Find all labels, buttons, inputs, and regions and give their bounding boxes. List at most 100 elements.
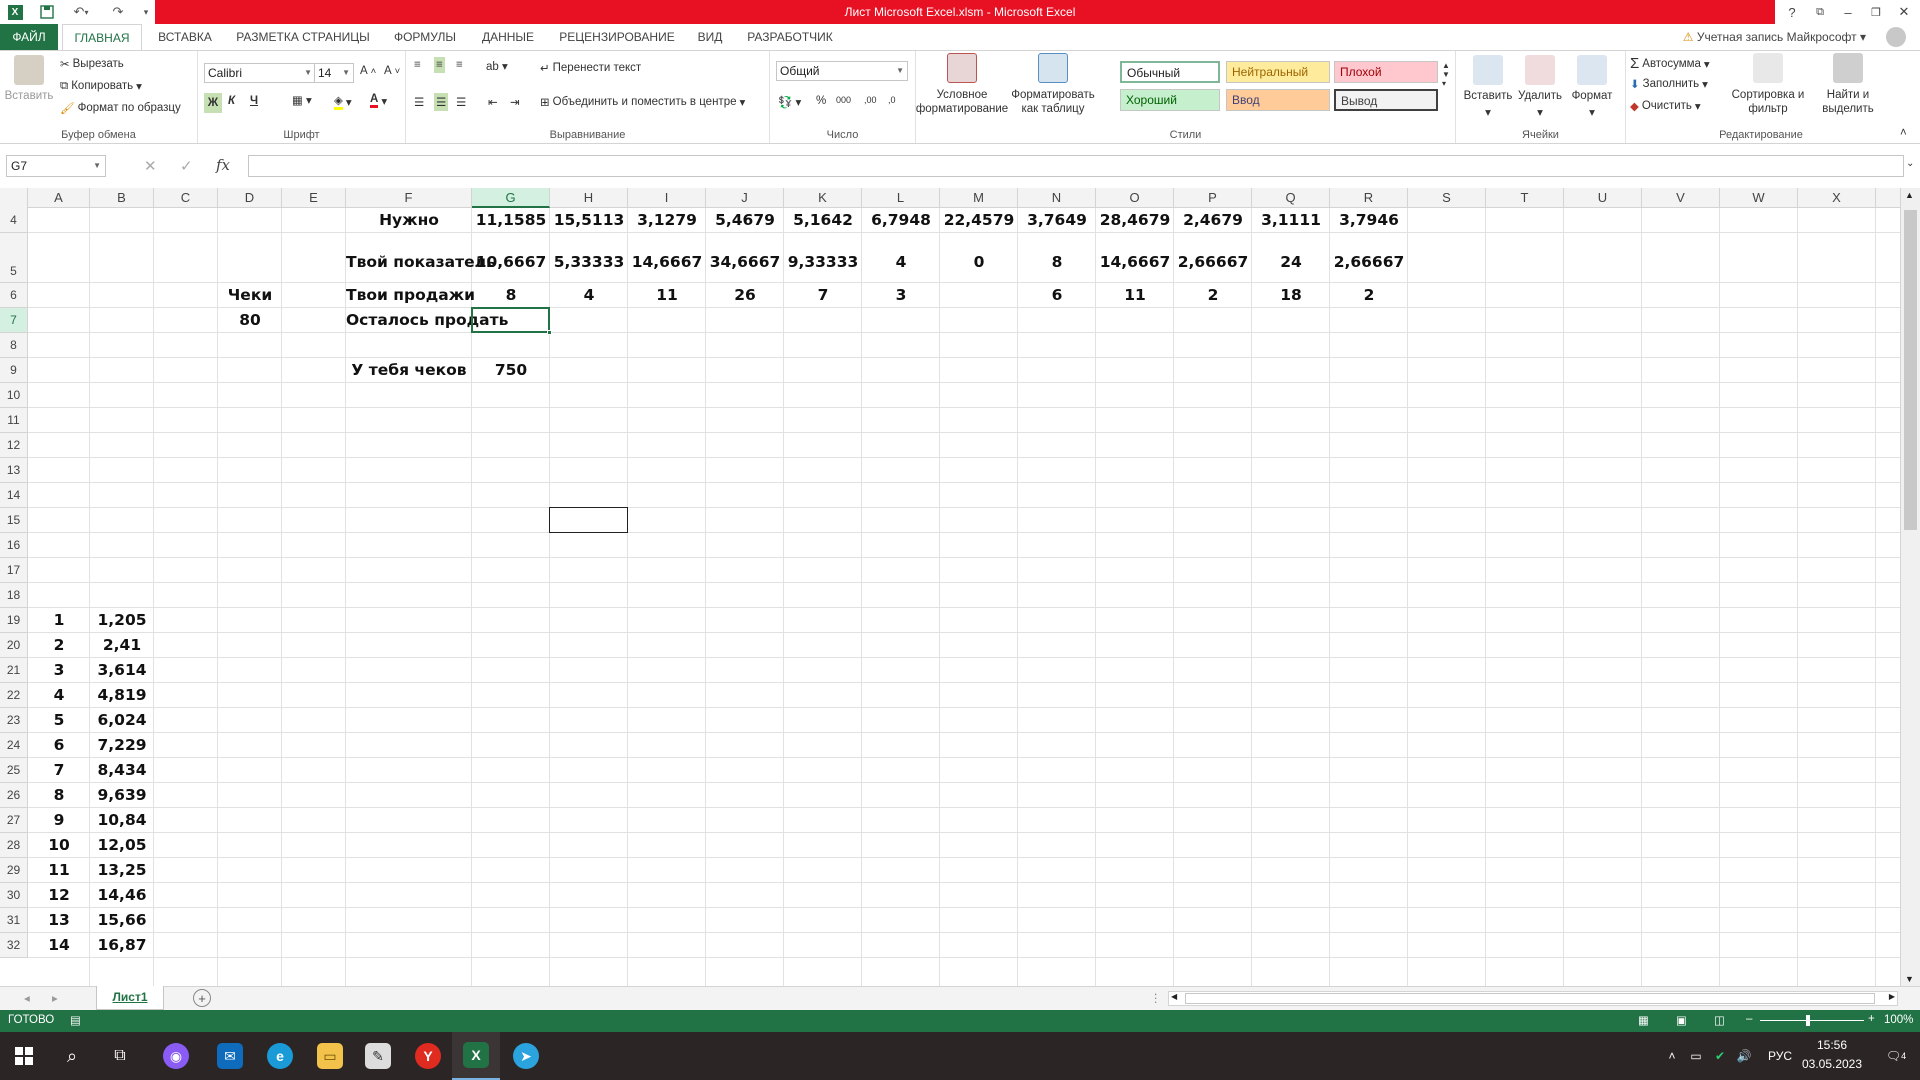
insert-function-icon[interactable]: fx — [216, 156, 230, 174]
borders-icon[interactable]: ▦ ▾ — [292, 93, 312, 107]
sales-cell[interactable]: 11 — [1096, 284, 1174, 308]
delete-cells-button[interactable]: Удалить ▾ — [1518, 55, 1562, 119]
list-b-cell[interactable]: 16,87 — [90, 934, 154, 958]
column-header-p[interactable]: P — [1174, 188, 1252, 208]
normal-view-icon[interactable]: ▦ — [1638, 1013, 1649, 1027]
confirm-entry-icon[interactable]: ✓ — [180, 157, 193, 175]
column-header-h[interactable]: H — [550, 188, 628, 208]
conditional-format-button[interactable]: Условное форматирование — [916, 53, 1008, 116]
font-size-select[interactable]: 14 ▼ — [314, 63, 354, 83]
account-menu[interactable]: ⚠ Учетная запись Майкрософт ▾ — [1683, 24, 1866, 50]
sales-cell[interactable] — [940, 284, 1018, 308]
column-header-w[interactable]: W — [1720, 188, 1798, 208]
active-cell-selection[interactable] — [471, 307, 552, 335]
prev-sheet-icon[interactable]: ◂ — [24, 991, 30, 1005]
fill-handle[interactable] — [547, 330, 552, 335]
column-header-q[interactable]: Q — [1252, 188, 1330, 208]
column-header-e[interactable]: E — [282, 188, 346, 208]
format-as-table-button[interactable]: Форматировать как таблицу — [1008, 53, 1098, 116]
style-input[interactable]: Ввод — [1226, 89, 1330, 111]
select-all-corner[interactable] — [0, 188, 28, 208]
expand-formula-bar-icon[interactable]: ⌄ — [1906, 158, 1914, 169]
column-header-i[interactable]: I — [628, 188, 706, 208]
row-header-25[interactable]: 25 — [0, 758, 28, 783]
indicator-cell[interactable]: 2,66667 — [1174, 251, 1252, 275]
vertical-scrollbar[interactable]: ▲ ▼ — [1900, 188, 1920, 986]
column-header-m[interactable]: M — [940, 188, 1018, 208]
tab-insert[interactable]: ВСТАВКА — [150, 24, 220, 50]
decrease-decimal-icon[interactable]: ,0 — [888, 95, 896, 105]
needed-cell[interactable]: 5,4679 — [706, 209, 784, 233]
sales-cell[interactable]: 18 — [1252, 284, 1330, 308]
cancel-entry-icon[interactable]: ✕ — [144, 157, 157, 175]
vertical-scroll-thumb[interactable] — [1904, 210, 1917, 530]
column-header-c[interactable]: C — [154, 188, 218, 208]
indicator-cell[interactable]: 8 — [1018, 251, 1096, 275]
name-box[interactable]: G7 ▼ — [6, 155, 106, 177]
align-bottom-icon[interactable]: ≡ — [456, 59, 463, 71]
clear-button[interactable]: ◆ Очистить ▾ — [1630, 99, 1701, 113]
next-sheet-icon[interactable]: ▸ — [52, 991, 58, 1005]
tab-data[interactable]: ДАННЫЕ — [472, 24, 544, 50]
orientation-icon[interactable]: ab ▾ — [486, 59, 508, 73]
list-a-cell[interactable]: 11 — [28, 859, 90, 883]
increase-indent-icon[interactable]: ⇥ — [510, 95, 520, 109]
minimize-icon[interactable]: – — [1834, 0, 1862, 24]
row-header-24[interactable]: 24 — [0, 733, 28, 758]
row-header-10[interactable]: 10 — [0, 383, 28, 408]
list-a-cell[interactable]: 14 — [28, 934, 90, 958]
horizontal-scrollbar[interactable]: ◀ ▶ — [1168, 991, 1898, 1006]
collapse-ribbon-icon[interactable]: ˄ — [1900, 127, 1907, 139]
column-header-j[interactable]: J — [706, 188, 784, 208]
row-header-12[interactable]: 12 — [0, 433, 28, 458]
row-header-9[interactable]: 9 — [0, 358, 28, 383]
list-a-cell[interactable]: 5 — [28, 709, 90, 733]
row-header-6[interactable]: 6 — [0, 283, 28, 308]
row-header-28[interactable]: 28 — [0, 833, 28, 858]
row-header-4[interactable]: 4 — [0, 208, 28, 233]
zoom-level[interactable]: 100% — [1884, 1014, 1913, 1026]
notifications-icon[interactable]: 🗨 4 — [1872, 1032, 1920, 1080]
you-have-value[interactable]: 750 — [472, 359, 550, 383]
telegram-app-icon[interactable]: ➤ — [502, 1032, 550, 1080]
list-b-cell[interactable]: 15,66 — [90, 909, 154, 933]
start-button[interactable] — [0, 1032, 48, 1080]
language-indicator[interactable]: РУС — [1762, 1032, 1798, 1080]
grow-font-icon[interactable]: A ˄ — [360, 65, 376, 77]
split-handle-icon[interactable]: ⋮ — [1150, 991, 1162, 1005]
list-b-cell[interactable]: 1,205 — [90, 609, 154, 633]
align-middle-icon[interactable]: ≡ — [434, 57, 445, 73]
tab-review[interactable]: РЕЦЕНЗИРОВАНИЕ — [552, 24, 682, 50]
needed-cell[interactable]: 3,1111 — [1252, 209, 1330, 233]
needed-cell[interactable]: 22,4579 — [940, 209, 1018, 233]
sales-cell[interactable]: 8 — [472, 284, 550, 308]
page-break-view-icon[interactable]: ◫ — [1714, 1013, 1725, 1027]
needed-cell[interactable]: 3,7946 — [1330, 209, 1408, 233]
list-a-cell[interactable]: 7 — [28, 759, 90, 783]
currency-icon[interactable]: 💱 ▾ — [778, 95, 801, 109]
row-header-27[interactable]: 27 — [0, 808, 28, 833]
macro-record-icon[interactable]: ▤ — [70, 1013, 81, 1027]
increase-decimal-icon[interactable]: ,00 — [864, 95, 877, 105]
sales-cell[interactable]: 7 — [784, 284, 862, 308]
style-neutral[interactable]: Нейтральный — [1226, 61, 1330, 83]
row-header-17[interactable]: 17 — [0, 558, 28, 583]
indicator-cell[interactable]: 10,6667 — [472, 251, 550, 275]
needed-cell[interactable]: 3,7649 — [1018, 209, 1096, 233]
row-header-20[interactable]: 20 — [0, 633, 28, 658]
row-header-5[interactable]: 5 — [0, 233, 28, 283]
list-b-cell[interactable]: 14,46 — [90, 884, 154, 908]
bold-button[interactable]: Ж — [204, 93, 222, 113]
list-b-cell[interactable]: 13,25 — [90, 859, 154, 883]
row-header-18[interactable]: 18 — [0, 583, 28, 608]
indicator-cell[interactable]: 5,33333 — [550, 251, 628, 275]
style-normal[interactable]: Обычный — [1120, 61, 1220, 83]
needed-cell[interactable]: 15,5113 — [550, 209, 628, 233]
paste-button[interactable]: Вставить — [4, 55, 54, 102]
horizontal-scroll-thumb[interactable] — [1185, 993, 1875, 1004]
list-b-cell[interactable]: 10,84 — [90, 809, 154, 833]
insert-cells-button[interactable]: Вставить ▾ — [1464, 55, 1512, 119]
column-header-o[interactable]: O — [1096, 188, 1174, 208]
tab-home[interactable]: ГЛАВНАЯ — [62, 24, 142, 51]
list-a-cell[interactable]: 13 — [28, 909, 90, 933]
